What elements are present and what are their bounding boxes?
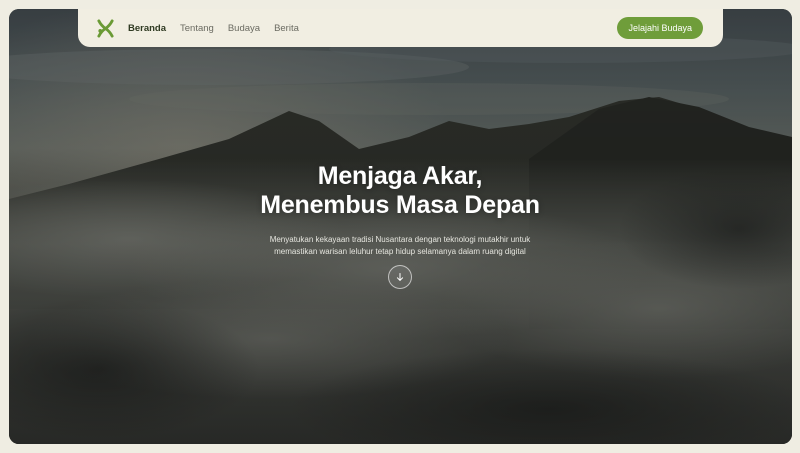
scroll-down-button[interactable] xyxy=(388,265,412,289)
hero-title: Menjaga Akar, Menembus Masa Depan xyxy=(0,162,800,220)
hero-subtitle: Menyatukan kekayaan tradisi Nusantara de… xyxy=(240,234,560,258)
nav-link-tentang[interactable]: Tentang xyxy=(180,23,214,34)
nav-link-berita[interactable]: Berita xyxy=(274,23,299,34)
brand-logo-icon[interactable] xyxy=(96,18,115,38)
hero-content: Menjaga Akar, Menembus Masa Depan Menyat… xyxy=(0,162,800,258)
nav-links: Beranda Tentang Budaya Berita xyxy=(128,23,313,34)
hero-subtitle-line-2: memastikan warisan leluhur tetap hidup s… xyxy=(274,247,526,256)
top-navbar: Beranda Tentang Budaya Berita Jelajahi B… xyxy=(78,9,723,47)
hero-title-line-1: Menjaga Akar, xyxy=(317,162,483,190)
hero-title-line-2: Menembus Masa Depan xyxy=(260,191,540,219)
explore-culture-button[interactable]: Jelajahi Budaya xyxy=(617,17,703,39)
nav-link-budaya[interactable]: Budaya xyxy=(228,23,260,34)
nav-link-beranda[interactable]: Beranda xyxy=(128,23,166,34)
page-frame: Beranda Tentang Budaya Berita Jelajahi B… xyxy=(0,0,800,453)
hero-subtitle-line-1: Menyatukan kekayaan tradisi Nusantara de… xyxy=(269,235,531,244)
arrow-down-icon xyxy=(396,273,404,281)
